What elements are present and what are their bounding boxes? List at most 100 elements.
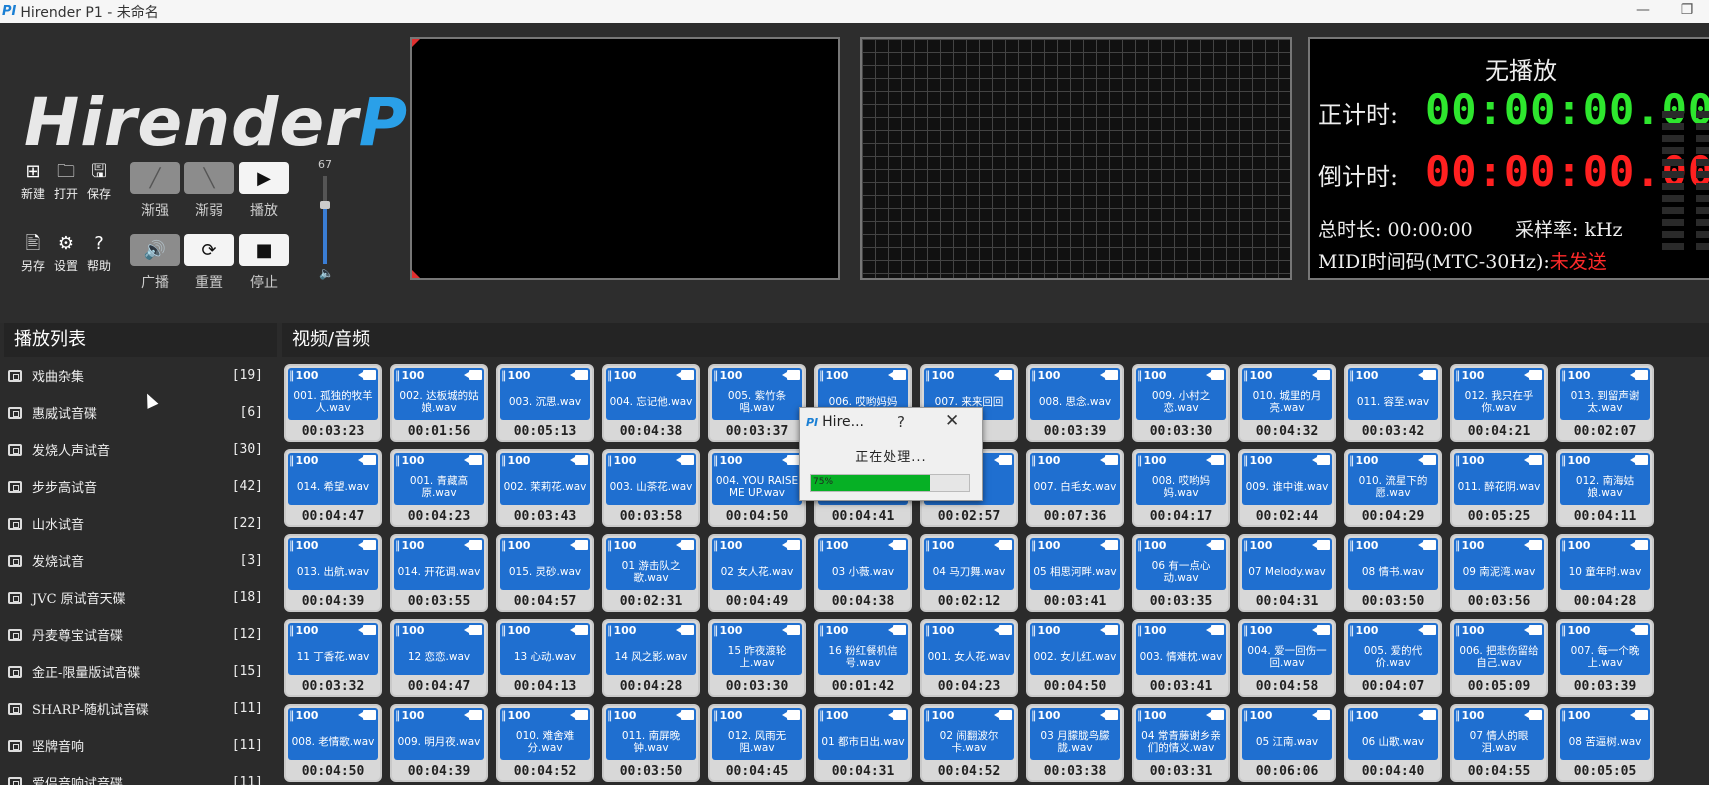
media-tile[interactable]: 100 009. 小村之恋.wav 00:03:30 (1132, 364, 1230, 442)
media-tile[interactable]: 100 009. 明月夜.wav 00:04:39 (390, 704, 488, 782)
playlist-item[interactable]: JVC 原试音天碟 [18] (4, 579, 277, 616)
media-tile[interactable]: 100 004. YOU RAISE ME UP.wav 00:04:50 (708, 449, 806, 527)
playlist-item[interactable]: 发烧人声试音 [30] (4, 431, 277, 468)
help-button[interactable]: ? 帮助 (82, 233, 116, 274)
media-tile[interactable]: 100 005. 紫竹条唱.wav 00:03:37 (708, 364, 806, 442)
volume-slider[interactable]: 67 🔈 (315, 158, 335, 280)
media-tile[interactable]: 100 003. 情难枕.wav 00:03:41 (1132, 619, 1230, 697)
save-button[interactable]: 🖫 保存 (82, 161, 116, 202)
settings-button[interactable]: ⚙ 设置 (49, 233, 83, 274)
media-tile[interactable]: 100 013. 到留声谢太.wav 00:02:07 (1556, 364, 1654, 442)
media-tile[interactable]: 100 05 相思河畔.wav 00:03:41 (1026, 534, 1124, 612)
media-tile[interactable]: 100 13 心动.wav 00:04:13 (496, 619, 594, 697)
reset-button[interactable]: ⟳ 重置 (183, 234, 235, 292)
media-tile[interactable]: 100 008. 哎哟妈妈.wav 00:04:17 (1132, 449, 1230, 527)
media-tile[interactable]: 100 09 南泥湾.wav 00:03:56 (1450, 534, 1548, 612)
playlist-item[interactable]: 惠威试音碟 [6] (4, 394, 277, 431)
media-tile[interactable]: 100 10 童年时.wav 00:04:28 (1556, 534, 1654, 612)
playlist-item[interactable]: 丹麦尊宝试音碟 [12] (4, 616, 277, 653)
broadcast-button[interactable]: 🔊 广播 (129, 234, 181, 292)
media-tile[interactable]: 100 007. 白毛女.wav 00:07:36 (1026, 449, 1124, 527)
media-tile[interactable]: 100 002. 女儿红.wav 00:04:50 (1026, 619, 1124, 697)
fade-out-button[interactable]: ╲ 渐弱 (183, 162, 235, 220)
media-tile[interactable]: 100 12 恋恋.wav 00:04:47 (390, 619, 488, 697)
playlist-item[interactable]: 山水试音 [22] (4, 505, 277, 542)
media-tile[interactable]: 100 015. 灵砂.wav 00:04:57 (496, 534, 594, 612)
media-tile[interactable]: 100 14 风之影.wav 00:04:28 (602, 619, 700, 697)
media-tile[interactable]: 100 013. 出航.wav 00:04:39 (284, 534, 382, 612)
stop-button[interactable]: ■ 停止 (238, 234, 290, 292)
media-tile[interactable]: 100 008. 思念.wav 00:03:39 (1026, 364, 1124, 442)
new-button[interactable]: ⊞ 新建 (16, 161, 50, 202)
media-tile[interactable]: 100 005. 爱的代价.wav 00:04:07 (1344, 619, 1442, 697)
media-tile[interactable]: 100 04 马刀舞.wav 00:02:12 (920, 534, 1018, 612)
media-tile[interactable]: 100 012. 南海姑娘.wav 00:04:11 (1556, 449, 1654, 527)
media-tile[interactable]: 100 01 都市日出.wav 00:04:31 (814, 704, 912, 782)
tile-name: 05 江南.wav (1255, 736, 1319, 748)
media-tile[interactable]: 100 006. 把悲伤留给自己.wav 00:05:09 (1450, 619, 1548, 697)
media-tile[interactable]: 100 011. 容至.wav 00:03:42 (1344, 364, 1442, 442)
restore-button[interactable]: ❐ (1665, 0, 1709, 20)
playlist-item[interactable]: 金正-限量版试音碟 [15] (4, 653, 277, 690)
media-tile[interactable]: 100 004. 忘记他.wav 00:04:38 (602, 364, 700, 442)
media-tile[interactable]: 100 11 丁香花.wav 00:03:32 (284, 619, 382, 697)
media-tile[interactable]: 100 04 常青藤谢乡亲们的情义.wav 00:03:31 (1132, 704, 1230, 782)
media-tile[interactable]: 100 08 苦逼树.wav 00:05:05 (1556, 704, 1654, 782)
tile-duration: 00:04:23 (937, 679, 1001, 694)
media-tile[interactable]: 100 014. 开花调.wav 00:03:55 (390, 534, 488, 612)
minimize-button[interactable]: — (1621, 0, 1665, 20)
media-tile[interactable]: 100 15 昨夜渡轮上.wav 00:03:30 (708, 619, 806, 697)
level-meter-left (1662, 111, 1684, 255)
dialog-help-button[interactable]: ? (897, 413, 905, 431)
media-tile[interactable]: 100 02 女人花.wav 00:04:49 (708, 534, 806, 612)
tile-audio-icon (358, 455, 376, 465)
tile-name: 01 游击队之歌.wav (621, 560, 681, 584)
dialog-title-bar: PI Hire... (806, 414, 864, 430)
media-tile[interactable]: 100 008. 老情歌.wav 00:04:50 (284, 704, 382, 782)
media-tile[interactable]: 100 03 小薇.wav 00:04:38 (814, 534, 912, 612)
media-tile[interactable]: 100 003. 沉思.wav 00:05:13 (496, 364, 594, 442)
media-tile[interactable]: 100 007. 每一个晚上.wav 00:03:39 (1556, 619, 1654, 697)
media-tile[interactable]: 100 003. 山茶花.wav 00:03:58 (602, 449, 700, 527)
playlist-item[interactable]: 坚牌音响 [11] (4, 727, 277, 764)
media-tile[interactable]: 100 001. 女人花.wav 00:04:23 (920, 619, 1018, 697)
media-tile[interactable]: 100 01 游击队之歌.wav 00:02:31 (602, 534, 700, 612)
media-tile[interactable]: 100 002. 茉莉花.wav 00:03:43 (496, 449, 594, 527)
media-tile[interactable]: 100 010. 难舍难分.wav 00:04:52 (496, 704, 594, 782)
playlist-item[interactable]: 发烧试音 [3] (4, 542, 277, 579)
playlist-item[interactable]: 爱侣音响试音碟 [11] (4, 764, 277, 785)
play-button[interactable]: ▶ 播放 (238, 162, 290, 220)
media-tile[interactable]: 100 010. 流星下的愿.wav 00:04:29 (1344, 449, 1442, 527)
media-tile[interactable]: 100 002. 达板城的姑娘.wav 00:01:56 (390, 364, 488, 442)
open-button[interactable]: 🗀 打开 (49, 161, 83, 202)
media-tile[interactable]: 100 06 有一点心动.wav 00:03:35 (1132, 534, 1230, 612)
media-tile[interactable]: 100 012. 风雨无阻.wav 00:04:45 (708, 704, 806, 782)
dialog-close-button[interactable]: ✕ (945, 411, 959, 431)
tile-audio-icon (1630, 540, 1648, 550)
save-as-button[interactable]: 🖹 另存 (16, 233, 50, 274)
media-tile[interactable]: 100 06 山歌.wav 00:04:40 (1344, 704, 1442, 782)
media-tile[interactable]: 100 010. 城里的月亮.wav 00:04:32 (1238, 364, 1336, 442)
media-tile[interactable]: 100 07 情人的眼泪.wav 00:04:55 (1450, 704, 1548, 782)
media-tile[interactable]: 100 004. 爱一回伤一回.wav 00:04:58 (1238, 619, 1336, 697)
media-tile[interactable]: 100 08 情书.wav 00:03:50 (1344, 534, 1442, 612)
media-tile[interactable]: 100 012. 我只在乎你.wav 00:04:21 (1450, 364, 1548, 442)
media-tile[interactable]: 100 009. 谁中谁.wav 00:02:44 (1238, 449, 1336, 527)
fade-in-button[interactable]: ╱ 渐强 (129, 162, 181, 220)
media-tile[interactable]: 100 011. 醉花阴.wav 00:05:25 (1450, 449, 1548, 527)
media-tile[interactable]: 100 16 粉红餐机信号.wav 00:01:42 (814, 619, 912, 697)
media-tile[interactable]: 100 001. 孤独的牧羊人.wav 00:03:23 (284, 364, 382, 442)
media-tile[interactable]: 100 02 闹翻波尔卡.wav 00:04:52 (920, 704, 1018, 782)
media-tile[interactable]: 100 014. 希望.wav 00:04:47 (284, 449, 382, 527)
reset-label: 重置 (195, 275, 223, 291)
media-tile[interactable]: 100 07 Melody.wav 00:04:31 (1238, 534, 1336, 612)
tile-duration: 00:04:13 (513, 679, 577, 694)
media-tile[interactable]: 100 011. 南屏晚钟.wav 00:03:50 (602, 704, 700, 782)
playlist-item[interactable]: SHARP-随机试音碟 [11] (4, 690, 277, 727)
media-tile[interactable]: 100 05 江南.wav 00:06:06 (1238, 704, 1336, 782)
playlist-item[interactable]: 戏曲杂集 [19] (4, 357, 277, 394)
volume-knob[interactable] (320, 201, 330, 209)
media-tile[interactable]: 100 001. 青藏高原.wav 00:04:23 (390, 449, 488, 527)
playlist-item[interactable]: 步步高试音 [42] (4, 468, 277, 505)
media-tile[interactable]: 100 03 月朦胧鸟朦胧.wav 00:03:38 (1026, 704, 1124, 782)
